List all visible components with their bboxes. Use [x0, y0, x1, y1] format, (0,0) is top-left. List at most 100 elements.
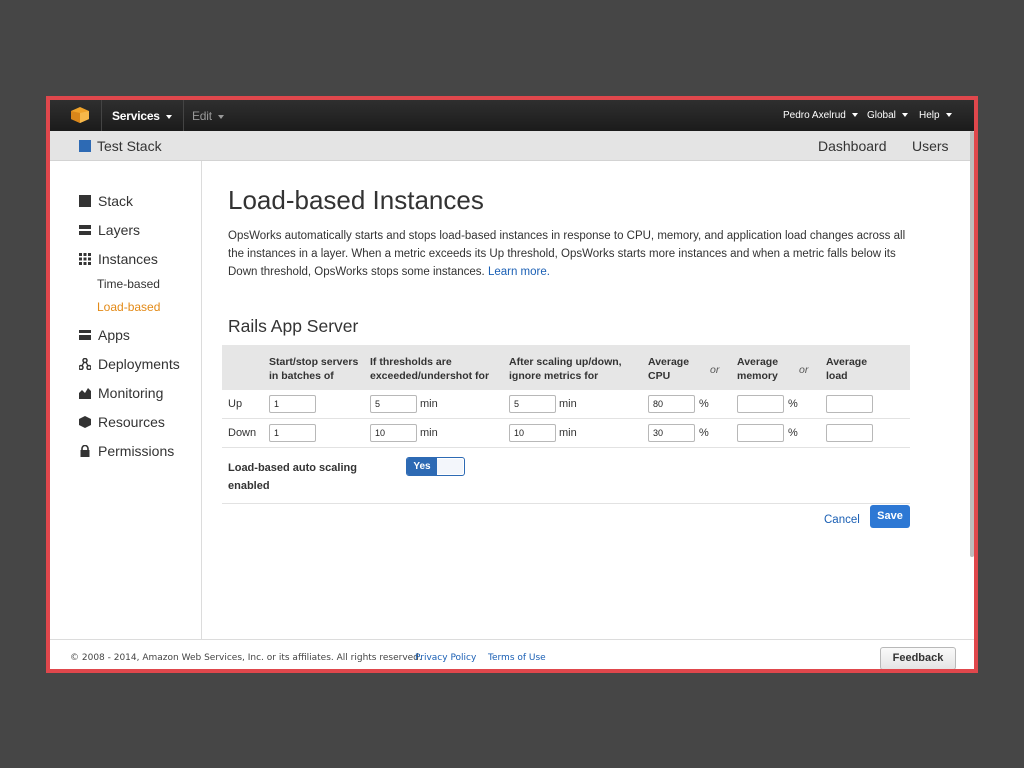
- auto-scaling-toggle[interactable]: Yes: [406, 457, 465, 476]
- sidebar-subitem-time-based[interactable]: Time-based: [97, 277, 160, 291]
- stack-selector[interactable]: Test Stack: [97, 138, 166, 154]
- table-header: Start/stop servers in batches of If thre…: [222, 345, 910, 390]
- region-menu[interactable]: Global: [867, 110, 908, 121]
- save-button[interactable]: Save: [870, 505, 910, 528]
- aws-top-bar: Services Edit Pedro Axelrud Global Help: [50, 100, 974, 131]
- sidebar-item-layers[interactable]: Layers: [79, 222, 140, 238]
- sidebar-item-label: Monitoring: [98, 385, 164, 401]
- user-name: Pedro Axelrud: [783, 110, 846, 121]
- sidebar-item-label: Deployments: [98, 356, 180, 372]
- help-label: Help: [919, 110, 940, 121]
- feedback-button[interactable]: Feedback: [880, 647, 956, 669]
- divider: [101, 100, 102, 131]
- threshold-table: Start/stop servers in batches of If thre…: [222, 345, 910, 504]
- unit-percent: %: [699, 427, 709, 439]
- unit-min: min: [420, 398, 438, 410]
- up-threshold-input[interactable]: [370, 395, 417, 413]
- help-menu[interactable]: Help: [919, 110, 952, 121]
- scrollbar[interactable]: [970, 131, 974, 557]
- chevron-down-icon: [901, 113, 908, 118]
- stack-color-icon: [79, 140, 91, 152]
- edit-menu[interactable]: Edit: [192, 109, 224, 123]
- auto-scaling-row: Load-based auto scaling enabled Yes: [222, 448, 910, 504]
- stack-name: Test Stack: [97, 138, 162, 154]
- chevron-down-icon: [945, 113, 952, 118]
- down-ignore-input[interactable]: [509, 424, 556, 442]
- layers-icon: [79, 225, 91, 235]
- footer: © 2008 - 2014, Amazon Web Services, Inc.…: [50, 639, 974, 669]
- sidebar-item-label: Instances: [98, 251, 158, 267]
- down-load-input[interactable]: [826, 424, 873, 442]
- learn-more-link[interactable]: Learn more.: [488, 266, 550, 278]
- header-threshold: If thresholds are exceeded/undershot for: [370, 356, 490, 382]
- sidebar-item-monitoring[interactable]: Monitoring: [79, 385, 163, 401]
- sidebar-subitem-load-based[interactable]: Load-based: [97, 300, 160, 314]
- table-row-up: Up min min % %: [222, 390, 910, 419]
- intro-paragraph: OpsWorks automatically starts and stops …: [228, 227, 918, 281]
- nav-dashboard[interactable]: Dashboard: [818, 138, 887, 154]
- page-title: Load-based Instances: [228, 185, 484, 215]
- chevron-down-icon: [851, 113, 858, 118]
- row-label: Up: [228, 398, 243, 410]
- services-label: Services: [112, 109, 160, 123]
- chevron-down-icon: [217, 114, 224, 119]
- section-title: Rails App Server: [228, 316, 359, 336]
- down-cpu-input[interactable]: [648, 424, 695, 442]
- edit-label: Edit: [192, 109, 212, 123]
- instances-grid-icon: [79, 253, 91, 265]
- up-batch-input[interactable]: [269, 395, 316, 413]
- down-memory-input[interactable]: [737, 424, 784, 442]
- nav-users[interactable]: Users: [912, 138, 949, 154]
- down-threshold-input[interactable]: [370, 424, 417, 442]
- up-load-input[interactable]: [826, 395, 873, 413]
- table-row-down: Down min min % %: [222, 419, 910, 448]
- toggle-on-label: Yes: [407, 458, 437, 475]
- deployments-icon: [79, 358, 91, 370]
- sidebar-item-resources[interactable]: Resources: [79, 414, 165, 430]
- unit-percent: %: [788, 398, 798, 410]
- unit-min: min: [559, 427, 577, 439]
- header-or-2: or: [799, 364, 809, 376]
- services-menu[interactable]: Services: [112, 109, 172, 123]
- unit-min: min: [420, 427, 438, 439]
- monitoring-icon: [79, 388, 91, 399]
- toggle-knob: [437, 459, 463, 474]
- aws-cube-icon[interactable]: [71, 107, 89, 123]
- row-label: Down: [228, 427, 257, 439]
- sidebar-item-instances[interactable]: Instances: [79, 251, 158, 267]
- header-memory: Average memory: [737, 356, 779, 382]
- browser-window: Services Edit Pedro Axelrud Global Help …: [46, 96, 978, 673]
- intro-text: OpsWorks automatically starts and stops …: [228, 230, 906, 278]
- apps-icon: [79, 330, 91, 340]
- stack-icon: [79, 195, 91, 207]
- stack-bar: Test Stack Dashboard Users: [50, 131, 974, 161]
- user-menu[interactable]: Pedro Axelrud: [783, 110, 858, 121]
- sidebar-item-stack[interactable]: Stack: [79, 193, 133, 209]
- header-ignore: After scaling up/down, ignore metrics fo…: [509, 356, 622, 382]
- resources-icon: [79, 416, 91, 428]
- auto-scaling-label: Load-based auto scaling enabled: [228, 462, 357, 492]
- sidebar-item-deployments[interactable]: Deployments: [79, 356, 180, 372]
- sidebar-item-label: Apps: [98, 327, 130, 343]
- sidebar-item-label: Resources: [98, 414, 165, 430]
- sidebar-item-label: Layers: [98, 222, 141, 238]
- up-ignore-input[interactable]: [509, 395, 556, 413]
- down-batch-input[interactable]: [269, 424, 316, 442]
- lock-icon: [80, 445, 90, 457]
- region-label: Global: [867, 110, 896, 121]
- divider: [183, 100, 184, 131]
- up-cpu-input[interactable]: [648, 395, 695, 413]
- unit-min: min: [559, 398, 577, 410]
- header-cpu: Average CPU: [648, 356, 690, 382]
- sidebar-item-apps[interactable]: Apps: [79, 327, 130, 343]
- cancel-button[interactable]: Cancel: [824, 514, 860, 526]
- header-batch: Start/stop servers in batches of: [269, 356, 359, 382]
- sidebar-item-permissions[interactable]: Permissions: [79, 443, 174, 459]
- up-memory-input[interactable]: [737, 395, 784, 413]
- sidebar-item-label: Stack: [98, 193, 134, 209]
- header-or-1: or: [710, 364, 720, 376]
- sidebar-item-label: Permissions: [98, 443, 175, 459]
- terms-of-use-link[interactable]: Terms of Use: [488, 653, 546, 663]
- header-load: Average load: [826, 356, 868, 382]
- privacy-policy-link[interactable]: Privacy Policy: [415, 653, 476, 663]
